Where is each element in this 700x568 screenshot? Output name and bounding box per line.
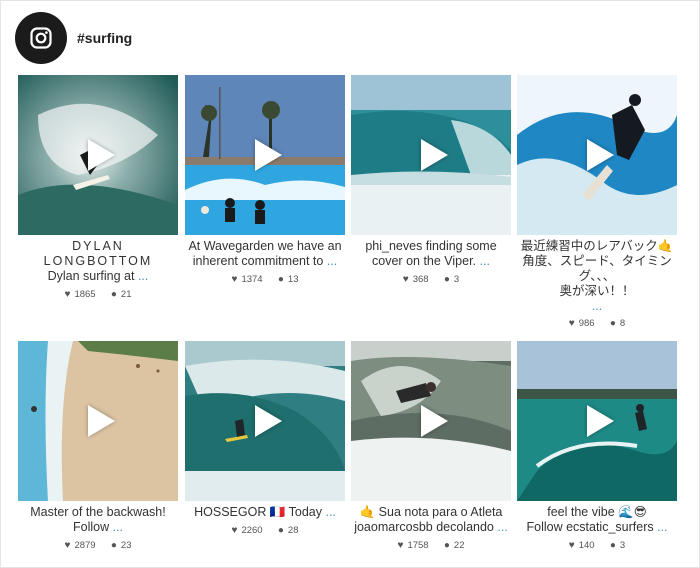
caption-line: 奥が深い！！ bbox=[559, 284, 635, 298]
caption-line: At Wavegarden we have an bbox=[188, 239, 342, 253]
heart-icon: ♥ bbox=[402, 274, 409, 285]
post-thumbnail[interactable] bbox=[185, 75, 345, 235]
comment-icon: ● bbox=[110, 540, 117, 551]
comments-count: 23 bbox=[120, 540, 132, 551]
comment-icon: ● bbox=[443, 274, 450, 285]
post-stats: ♥ 1865 ● 21 bbox=[18, 289, 178, 300]
comment-icon: ● bbox=[277, 525, 284, 536]
play-icon[interactable] bbox=[88, 405, 115, 437]
likes-count: 986 bbox=[578, 318, 595, 329]
heart-icon: ♥ bbox=[568, 318, 575, 329]
comments-count: 3 bbox=[619, 540, 626, 551]
post-caption: feel the vibe 🌊😎 Follow ecstatic_surfers… bbox=[517, 505, 677, 535]
post-stats: ♥ 986 ● 8 bbox=[517, 318, 677, 329]
caption-line: feel the vibe 🌊😎 bbox=[547, 505, 647, 519]
post-caption: 🤙 Sua nota para o Atleta joaomarcosbb de… bbox=[351, 505, 511, 535]
more-link[interactable]: ... bbox=[138, 269, 148, 283]
caption-line: 最近練習中のレアバック🤙 bbox=[520, 239, 674, 253]
comment-icon: ● bbox=[443, 540, 450, 551]
caption-line: Master of the backwash! bbox=[30, 505, 166, 519]
post-stats: ♥ 1374 ● 13 bbox=[185, 274, 345, 285]
comments-count: 13 bbox=[287, 274, 299, 285]
post-thumbnail[interactable] bbox=[517, 75, 677, 235]
caption-line: 🤙 Sua nota para o Atleta bbox=[359, 505, 503, 519]
heart-icon: ♥ bbox=[397, 540, 404, 551]
play-icon[interactable] bbox=[88, 139, 115, 171]
play-icon[interactable] bbox=[421, 139, 448, 171]
likes-count: 140 bbox=[578, 540, 595, 551]
more-link[interactable]: ... bbox=[325, 505, 335, 519]
heart-icon: ♥ bbox=[231, 525, 238, 536]
likes-count: 2260 bbox=[241, 525, 263, 536]
post-caption: DYLAN LONGBOTTOM Dylan surfing at ... bbox=[18, 239, 178, 284]
caption-line: cover on the Viper. bbox=[372, 254, 477, 268]
post-thumbnail[interactable] bbox=[185, 341, 345, 501]
feed-header: #surfing bbox=[15, 12, 132, 64]
caption-line: phi_neves finding some bbox=[365, 239, 497, 253]
comment-icon: ● bbox=[110, 289, 117, 300]
more-link[interactable]: ... bbox=[497, 520, 507, 534]
post-caption: Master of the backwash! Follow ... bbox=[18, 505, 178, 535]
likes-count: 1758 bbox=[407, 540, 429, 551]
post-stats: ♥ 2260 ● 28 bbox=[185, 525, 345, 536]
instagram-feed-widget: #surfing DYLAN LONGBOTTOM Dylan surfing … bbox=[0, 0, 700, 568]
play-icon[interactable] bbox=[255, 139, 282, 171]
caption-line: Follow bbox=[72, 520, 110, 534]
post-thumbnail[interactable] bbox=[18, 341, 178, 501]
post-caption: 最近練習中のレアバック🤙 角度、スピード、タイミング、、、 奥が深い！！ ... bbox=[517, 239, 677, 314]
heart-icon: ♥ bbox=[231, 274, 238, 285]
play-icon[interactable] bbox=[587, 139, 614, 171]
comment-icon: ● bbox=[609, 318, 616, 329]
caption-line: Dylan surfing at bbox=[47, 269, 135, 283]
post-thumbnail[interactable] bbox=[351, 341, 511, 501]
heart-icon: ♥ bbox=[64, 289, 71, 300]
post-stats: ♥ 140 ● 3 bbox=[517, 540, 677, 551]
more-link[interactable]: ... bbox=[480, 254, 490, 268]
caption-line: joaomarcosbb decolando bbox=[354, 520, 494, 534]
post-stats: ♥ 2879 ● 23 bbox=[18, 540, 178, 551]
likes-count: 1865 bbox=[74, 289, 96, 300]
more-link[interactable]: ... bbox=[327, 254, 337, 268]
comments-count: 8 bbox=[619, 318, 626, 329]
play-icon[interactable] bbox=[421, 405, 448, 437]
more-link[interactable]: ... bbox=[517, 299, 677, 314]
caption-line: HOSSEGOR 🇫🇷 Today bbox=[194, 505, 322, 519]
post-thumbnail[interactable] bbox=[517, 341, 677, 501]
comment-icon: ● bbox=[609, 540, 616, 551]
caption-line: Follow ecstatic_surfers bbox=[526, 520, 654, 534]
more-link[interactable]: ... bbox=[657, 520, 667, 534]
heart-icon: ♥ bbox=[64, 540, 71, 551]
likes-count: 1374 bbox=[241, 274, 263, 285]
comments-count: 22 bbox=[453, 540, 465, 551]
caption-line: LONGBOTTOM bbox=[43, 254, 153, 268]
post-stats: ♥ 368 ● 3 bbox=[351, 274, 511, 285]
caption-line: inherent commitment to bbox=[192, 254, 324, 268]
post-thumbnail[interactable] bbox=[351, 75, 511, 235]
comment-icon: ● bbox=[277, 274, 284, 285]
post-thumbnail[interactable] bbox=[18, 75, 178, 235]
post-caption: phi_neves finding some cover on the Vipe… bbox=[351, 239, 511, 269]
play-icon[interactable] bbox=[255, 405, 282, 437]
comments-count: 21 bbox=[120, 289, 132, 300]
more-link[interactable]: ... bbox=[113, 520, 123, 534]
likes-count: 2879 bbox=[74, 540, 96, 551]
heart-icon: ♥ bbox=[568, 540, 575, 551]
comments-count: 28 bbox=[287, 525, 299, 536]
post-stats: ♥ 1758 ● 22 bbox=[351, 540, 511, 551]
post-caption: HOSSEGOR 🇫🇷 Today ... bbox=[185, 505, 345, 520]
instagram-icon[interactable] bbox=[15, 12, 67, 64]
caption-line: 角度、スピード、タイミング、、、 bbox=[522, 254, 672, 283]
likes-count: 368 bbox=[412, 274, 429, 285]
post-caption: At Wavegarden we have an inherent commit… bbox=[185, 239, 345, 269]
play-icon[interactable] bbox=[587, 405, 614, 437]
caption-line: DYLAN bbox=[72, 239, 124, 253]
comments-count: 3 bbox=[453, 274, 460, 285]
hashtag-title[interactable]: #surfing bbox=[77, 30, 132, 46]
